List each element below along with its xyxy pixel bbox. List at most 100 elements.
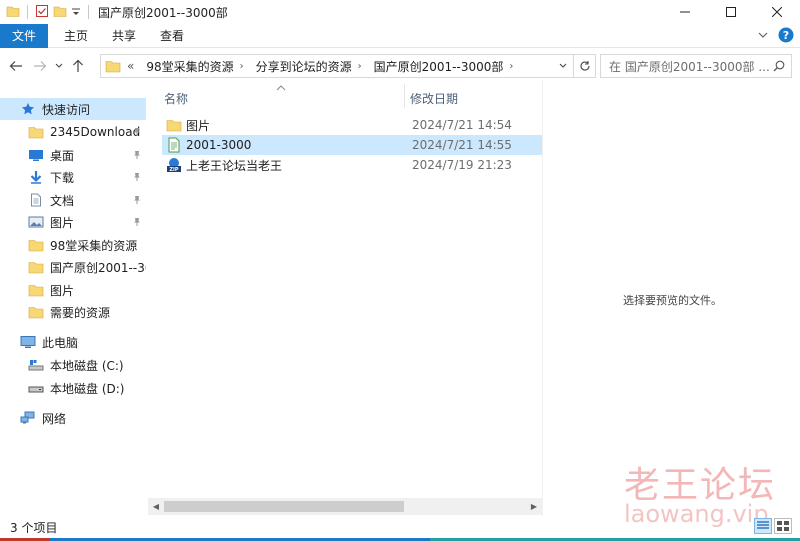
scroll-right-icon[interactable]: ▶ — [526, 498, 542, 515]
sort-ascending-icon — [276, 80, 286, 94]
arrow-left-icon — [9, 61, 22, 71]
customize-toolbar-icon[interactable] — [71, 4, 81, 21]
table-row[interactable]: 2001-3000 2024/7/21 14:55 — [162, 135, 542, 155]
file-date: 2024/7/19 21:23 — [412, 158, 512, 172]
close-button[interactable] — [754, 0, 800, 24]
pin-icon[interactable] — [132, 126, 142, 140]
sidebar-item-documents[interactable]: 文档 — [0, 189, 146, 211]
tab-share[interactable]: 共享 — [100, 24, 148, 48]
zip-file-icon: ZIP — [166, 157, 182, 173]
system-drive-icon — [28, 357, 44, 373]
details-view-button[interactable] — [754, 518, 772, 534]
arrow-up-icon — [73, 59, 83, 72]
sidebar-item-needed-resources[interactable]: 需要的资源 — [0, 301, 146, 323]
file-name: 上老王论坛当老王 — [186, 158, 283, 173]
drive-icon — [28, 380, 44, 396]
pin-icon[interactable] — [132, 149, 142, 163]
ribbon: 文件 主页 共享 查看 ? — [0, 23, 800, 48]
chevron-right-icon[interactable]: › — [358, 61, 362, 72]
pin-icon[interactable] — [132, 216, 142, 230]
horizontal-scrollbar[interactable]: ◀ ▶ — [148, 498, 542, 515]
refresh-icon — [579, 61, 590, 71]
folder-icon — [28, 259, 44, 275]
maximize-button[interactable] — [708, 0, 754, 24]
table-row[interactable]: 图片 2024/7/21 14:54 — [162, 115, 542, 135]
sidebar-item-pictures[interactable]: 图片 — [0, 211, 146, 233]
preview-message: 选择要预览的文件。 — [623, 294, 722, 307]
sidebar-item-2345download[interactable]: 2345Download — [0, 121, 146, 143]
file-list: 名称 修改日期 图片 2024/7/21 14:54 2001-3000 202… — [150, 80, 542, 516]
tab-home[interactable]: 主页 — [52, 24, 100, 48]
star-icon — [20, 101, 36, 117]
pin-icon[interactable] — [132, 194, 142, 208]
file-date: 2024/7/21 14:55 — [412, 138, 512, 152]
quick-access-toolbar — [0, 0, 92, 24]
tab-view[interactable]: 查看 — [148, 24, 196, 48]
scroll-left-icon[interactable]: ◀ — [148, 498, 164, 515]
sidebar-item-drive-c[interactable]: 本地磁盘 (C:) — [0, 354, 146, 376]
folder-icon — [28, 124, 44, 140]
properties-icon[interactable] — [35, 4, 49, 21]
chevron-down-icon — [55, 63, 63, 68]
search-placeholder: 在 国产原创2001--3000部 ... — [609, 59, 770, 74]
folder-icon — [28, 237, 44, 253]
preview-pane: 选择要预览的文件。 — [542, 80, 800, 516]
column-header-date[interactable]: 修改日期 — [410, 88, 458, 108]
tab-file[interactable]: 文件 — [0, 23, 48, 48]
navigation-bar: « 98堂采集的资源 › 分享到论坛的资源 › 国产原创2001--3000部 › 在… — [0, 52, 800, 80]
search-input[interactable]: 在 国产原创2001--3000部 ... — [600, 54, 792, 78]
address-history-button[interactable] — [559, 62, 567, 70]
desktop-icon — [28, 147, 44, 163]
pin-icon[interactable] — [132, 171, 142, 185]
chevron-right-icon[interactable]: › — [240, 61, 244, 72]
up-button[interactable] — [66, 54, 90, 78]
refresh-button[interactable] — [574, 54, 596, 78]
file-name: 图片 — [186, 118, 211, 133]
text-file-icon — [166, 137, 182, 153]
folder-icon — [28, 282, 44, 298]
sidebar-item-desktop[interactable]: 桌面 — [0, 144, 146, 166]
scrollbar-thumb[interactable] — [164, 501, 404, 512]
new-folder-icon[interactable] — [53, 4, 67, 21]
breadcrumb-overflow[interactable]: « — [127, 59, 134, 73]
back-button[interactable] — [4, 54, 28, 78]
search-icon — [773, 60, 785, 72]
large-icons-view-button[interactable] — [774, 518, 792, 534]
breadcrumb-item[interactable]: 国产原创2001--3000部 › — [368, 58, 514, 75]
folder-icon — [6, 4, 20, 21]
document-icon — [28, 192, 44, 208]
computer-icon — [20, 334, 36, 350]
sidebar-item-downloads[interactable]: 下载 — [0, 166, 146, 188]
minimize-button[interactable] — [662, 0, 708, 24]
file-date: 2024/7/21 14:54 — [412, 118, 512, 132]
sidebar-item-this-pc[interactable]: 此电脑 — [0, 331, 146, 353]
help-icon[interactable]: ? — [778, 27, 794, 46]
chevron-right-icon[interactable]: › — [509, 61, 513, 72]
folder-icon — [166, 117, 182, 133]
column-header-name[interactable]: 名称 — [164, 88, 188, 108]
sidebar-item-drive-d[interactable]: 本地磁盘 (D:) — [0, 377, 146, 399]
title-bar: 国产原创2001--3000部 — [0, 0, 800, 24]
picture-icon — [28, 214, 44, 230]
table-row[interactable]: ZIP 上老王论坛当老王 2024/7/19 21:23 — [162, 155, 542, 175]
sidebar-item-network[interactable]: 网络 — [0, 407, 146, 429]
chevron-down-icon[interactable] — [758, 29, 768, 43]
sidebar-item-pictures-folder[interactable]: 图片 — [0, 279, 146, 301]
divider — [88, 5, 89, 19]
large-icons-view-icon — [777, 521, 789, 531]
sidebar-item-quick-access[interactable]: 快速访问 — [0, 98, 146, 120]
divider — [27, 5, 28, 19]
sidebar-item-98tang-resources[interactable]: 98堂采集的资源 — [0, 234, 146, 256]
recent-locations-button[interactable] — [52, 54, 66, 78]
address-bar[interactable]: « 98堂采集的资源 › 分享到论坛的资源 › 国产原创2001--3000部 › — [100, 54, 574, 78]
breadcrumb-item[interactable]: 分享到论坛的资源 › — [250, 58, 362, 75]
sidebar-item-guochan-2001-3000[interactable]: 国产原创2001--300 — [0, 256, 146, 278]
status-bar: 3 个项目 — [0, 516, 800, 538]
svg-text:ZIP: ZIP — [169, 167, 178, 173]
folder-icon — [28, 304, 44, 320]
download-arrow-icon — [28, 169, 44, 185]
forward-button[interactable] — [28, 54, 52, 78]
breadcrumb-item[interactable]: 98堂采集的资源 › — [140, 58, 243, 75]
navigation-pane: 快速访问 2345Download 桌面 下载 文档 图片 98堂采集的资源 国… — [0, 92, 146, 512]
column-divider[interactable] — [404, 84, 405, 108]
